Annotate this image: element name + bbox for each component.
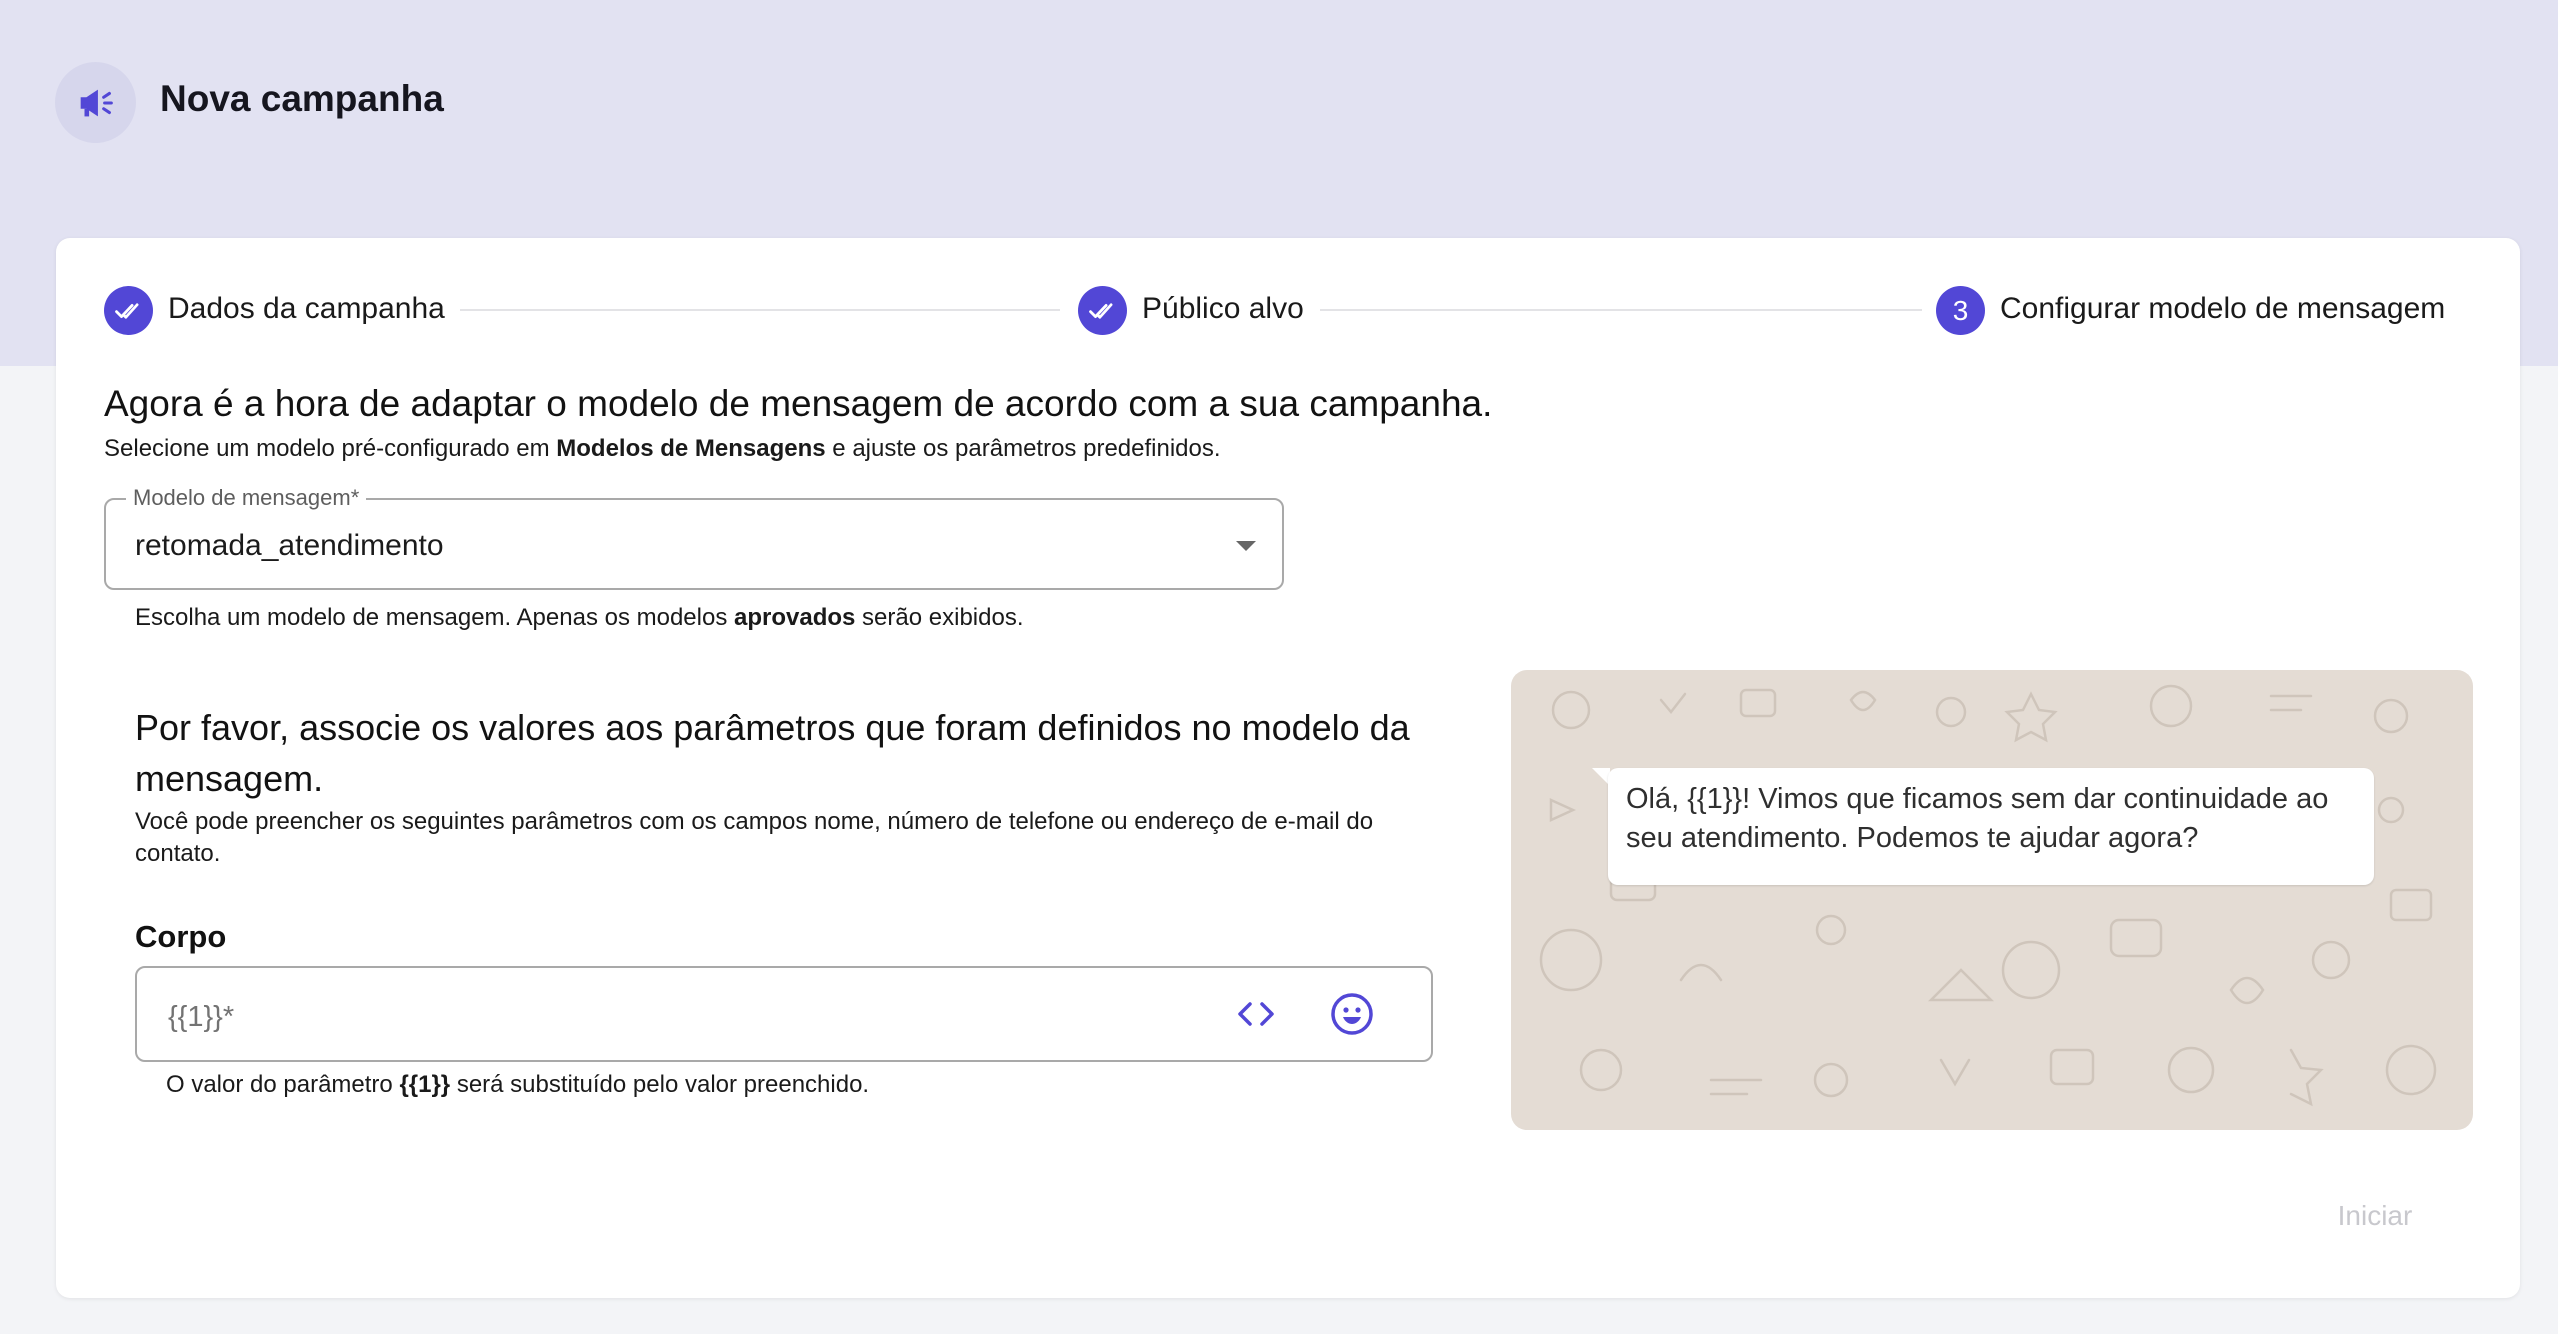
step-connector bbox=[1320, 309, 1922, 311]
params-title: Por favor, associe os valores aos parâme… bbox=[135, 707, 1410, 799]
start-button[interactable]: Iniciar bbox=[2300, 1192, 2450, 1240]
step-3-number: 3 bbox=[1936, 286, 1985, 335]
chat-wallpaper-pattern bbox=[1539, 684, 2437, 1107]
step-1-label: Dados da campanha bbox=[168, 292, 445, 325]
param-1-helper: O valor do parâmetro {{1}} será substitu… bbox=[166, 1071, 870, 1098]
param-1-input[interactable] bbox=[166, 994, 1170, 1040]
template-select-label: Modelo de mensagem* bbox=[126, 485, 367, 511]
dropdown-arrow-icon[interactable] bbox=[1236, 541, 1256, 551]
template-select-value[interactable]: retomada_atendimento bbox=[135, 529, 444, 563]
emoji-icon[interactable] bbox=[1328, 990, 1376, 1038]
page-title: Nova campanha bbox=[160, 78, 444, 119]
step-2-done-icon bbox=[1078, 286, 1127, 335]
step-connector bbox=[460, 309, 1060, 311]
body-section-label: Corpo bbox=[135, 919, 227, 954]
megaphone-icon bbox=[55, 62, 136, 143]
message-preview bbox=[1511, 670, 2473, 1130]
params-description: Você pode preencher os seguintes parâmet… bbox=[135, 808, 1374, 867]
step-2-label: Público alvo bbox=[1142, 292, 1304, 325]
code-variable-icon[interactable] bbox=[1232, 992, 1280, 1036]
step-3-label: Configurar modelo de mensagem bbox=[2000, 292, 2446, 325]
section-title: Agora é a hora de adaptar o modelo de me… bbox=[104, 383, 1493, 424]
message-bubble: Olá, {{1}}! Vimos que ficamos sem dar co… bbox=[1608, 768, 2374, 885]
template-select-helper: Escolha um modelo de mensagem. Apenas os… bbox=[135, 604, 1024, 631]
section-subtitle: Selecione um modelo pré-configurado em M… bbox=[104, 435, 1221, 462]
step-1-done-icon bbox=[104, 286, 153, 335]
